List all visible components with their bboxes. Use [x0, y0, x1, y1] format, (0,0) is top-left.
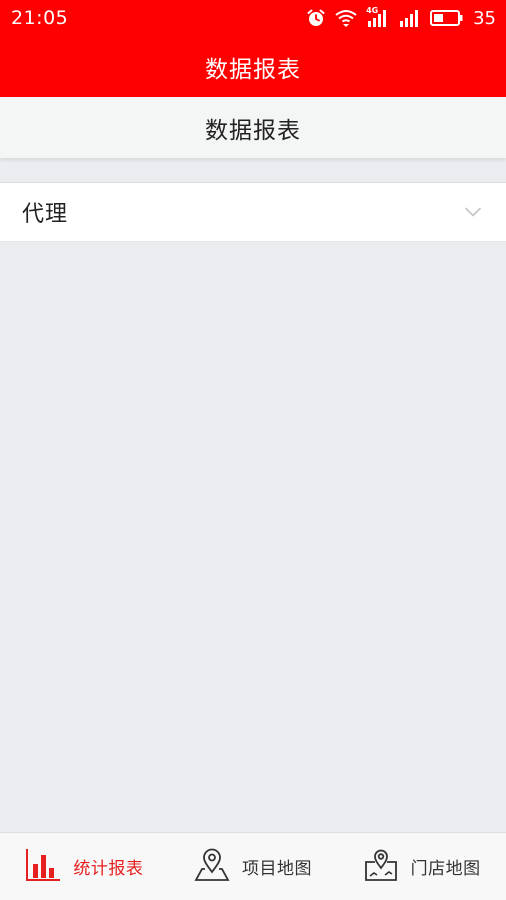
tab-label: 项目地图 [242, 859, 312, 879]
app-bar: 数据报表 [0, 36, 506, 97]
agent-filter-dropdown[interactable]: 代理 [0, 182, 506, 242]
tab-project-map[interactable]: 项目地图 [169, 833, 338, 900]
tab-store-map[interactable]: 门店地图 [337, 833, 506, 900]
section-title: 数据报表 [205, 117, 301, 144]
tab-label: 门店地图 [410, 859, 481, 879]
tab-statistics-report[interactable]: 统计报表 [0, 833, 169, 900]
status-time: 21:05 [11, 7, 69, 29]
battery-icon [430, 9, 463, 27]
screen: 21:05 4G 35 数据报表 数据报表 代理 统计报表 项目地图 门店地图 [0, 0, 506, 900]
store-map-icon [363, 847, 399, 887]
section-header: 数据报表 [0, 97, 506, 158]
tab-label: 统计报表 [73, 859, 144, 879]
chevron-down-icon [464, 203, 482, 222]
bar-chart-icon [25, 847, 61, 887]
cellular-4g-icon: 4G [366, 6, 390, 28]
battery-level: 35 [473, 7, 496, 29]
status-icons: 4G 35 [306, 6, 496, 29]
bottom-tab-bar: 统计报表 项目地图 门店地图 [0, 832, 506, 900]
dropdown-selected-value: 代理 [22, 202, 69, 227]
status-bar: 21:05 4G 35 [0, 0, 506, 36]
app-title: 数据报表 [205, 56, 301, 83]
wifi-icon [334, 8, 358, 28]
cellular-signal-icon [398, 8, 422, 28]
alarm-icon [306, 8, 326, 28]
map-pin-icon [194, 847, 230, 887]
